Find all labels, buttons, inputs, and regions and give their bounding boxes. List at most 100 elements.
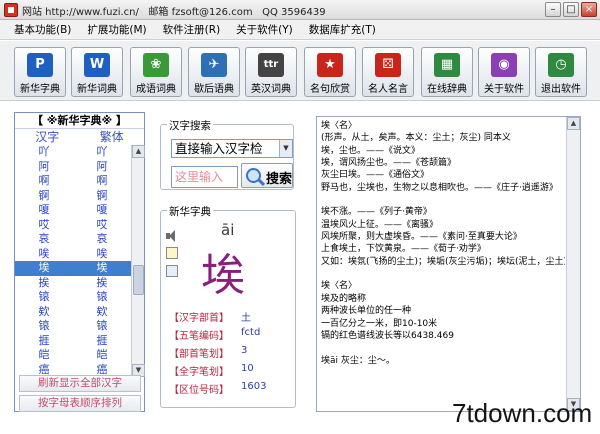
definition-panel[interactable]: 埃〈名〉 (形声。从土，矣声。本义：尘土；灰尘) 同本义 埃，尘也。——《说文》 埃，… (316, 116, 581, 412)
list-item[interactable]: 欸欸 (15, 305, 131, 320)
list-item[interactable]: 捱捱 (15, 334, 131, 349)
toolbar-label: 歇后语典 (194, 84, 234, 95)
list-item[interactable]: 挨挨 (15, 276, 131, 291)
selected-character: 埃 (201, 250, 245, 301)
xinhua-cidian-button[interactable]: W 新华词典 (71, 47, 123, 97)
copy-icon[interactable] (166, 247, 178, 259)
dictionary-group-label: 新华字典 (167, 204, 213, 219)
column-traditional[interactable]: 繁体 (80, 129, 145, 145)
list-scrollbar[interactable]: ▲ ▼ (131, 145, 145, 377)
info-radical: 【汉字部首】 土 (169, 309, 289, 324)
traditional-char: 哎 (96, 217, 108, 231)
traditional-char: 皑 (96, 348, 108, 361)
scroll-up-arrow[interactable]: ▲ (132, 145, 145, 158)
list-item[interactable]: 啊啊 (15, 174, 131, 189)
panel-title: 【 ※新华字典※ 】 (15, 113, 144, 129)
menu-about[interactable]: 关于软件(Y) (236, 22, 293, 37)
search-group: 汉字搜索 直接输入汉字检 ▼ 这里输入 搜索 (160, 118, 294, 190)
toolbar-label: 新华字典 (20, 84, 60, 95)
flower-icon: ❀ (143, 53, 169, 77)
definition-scrollbar[interactable]: ▲ ▼ (566, 117, 580, 411)
list-item[interactable]: 唉唉 (15, 247, 131, 262)
definition-line: 野马也，尘埃也，生物之以息相吹也。——《庄子·逍遥游》 (321, 182, 558, 193)
sort-alphabetical-button[interactable]: 按字母表顺序排列 (19, 395, 141, 412)
yinghan-button[interactable]: ttr 英汉词典 (245, 47, 297, 97)
toolbar-label: 英汉词典 (251, 84, 291, 95)
traditional-char: 阿 (96, 159, 108, 173)
definition-line (321, 342, 565, 354)
list-item[interactable]: 吖吖 (15, 145, 131, 160)
column-simplified[interactable]: 汉字 (15, 129, 80, 145)
chevron-down-icon[interactable]: ▼ (279, 140, 292, 157)
simplified-char: 捱 (38, 333, 50, 347)
list-item[interactable]: 埃埃 (15, 261, 131, 276)
menu-basic[interactable]: 基本功能(B) (14, 22, 71, 37)
star-icon: ★ (317, 53, 343, 77)
minimize-button[interactable]: – (545, 2, 561, 17)
definition-line: 上食埃土，下饮黄泉。——《荀子·劝学》 (321, 244, 486, 255)
definition-line: 镉的红色谱线波长等以6438.469 (321, 330, 454, 341)
toolbar-label: 退出软件 (541, 84, 581, 95)
field-key: 【部首笔划】 (169, 349, 229, 360)
clock-icon: ◷ (548, 53, 574, 77)
simplified-char: 嗄 (38, 203, 50, 216)
speaker-icon[interactable] (165, 229, 179, 243)
info-total-strokes: 【全字笔划】 10 (169, 363, 289, 378)
traditional-char: 啊 (96, 174, 108, 187)
definition-line: (形声。从土，矣声。本义：尘土；灰尘) 同本义 (321, 133, 511, 144)
search-mode-select[interactable]: 直接输入汉字检 ▼ (171, 139, 293, 158)
list-item[interactable]: 皑皑 (15, 348, 131, 363)
xinhua-zidian-button[interactable]: P 新华字典 (14, 47, 66, 97)
simplified-char: 锕 (38, 188, 50, 202)
mingju-button[interactable]: ★ 名句欣赏 (304, 47, 356, 97)
toolbar-label: 名人名言 (368, 84, 408, 95)
field-value: 1603 (241, 381, 267, 392)
list-item[interactable]: 阿阿 (15, 160, 131, 175)
info-wubi: 【五笔编码】 fctd (169, 327, 289, 342)
menu-extended[interactable]: 扩展功能(M) (87, 22, 146, 37)
maximize-button[interactable]: □ (563, 2, 579, 17)
definition-line: 又如：埃氛(飞扬的尘土)；埃垢(灰尘污垢)；埃坛(泥土，尘土) (321, 256, 565, 267)
toolbar-label: 名句欣赏 (310, 84, 350, 95)
mingyan-button[interactable]: ⚄ 名人名言 (362, 47, 414, 97)
toolbar-label: 关于软件 (484, 84, 524, 95)
scroll-thumb[interactable] (133, 265, 144, 295)
menu-register[interactable]: 软件注册(R) (163, 22, 221, 37)
xiehouyu-button[interactable]: ✈ 歇后语典 (188, 47, 240, 97)
exit-button[interactable]: ◷ 退出软件 (535, 47, 587, 97)
traditional-char: 锿 (96, 290, 108, 303)
definition-line: 埃，尘也。——《说文》 (321, 145, 421, 156)
chengyu-button[interactable]: ❀ 成语词典 (130, 47, 182, 97)
about-button[interactable]: ◉ 关于软件 (478, 47, 530, 97)
list-item[interactable]: 锕锕 (15, 189, 131, 204)
definition-line (321, 194, 565, 206)
list-item[interactable]: 哀哀 (15, 232, 131, 247)
window-controls: – □ × (545, 2, 597, 17)
refresh-all-button[interactable]: 刷新显示全部汉字 (19, 375, 141, 392)
field-value: 10 (241, 363, 254, 374)
search-button[interactable]: 搜索 (241, 163, 293, 188)
definition-line: 埃〈名〉 (321, 281, 358, 292)
simplified-char: 吖 (38, 145, 50, 158)
print-icon[interactable] (166, 265, 178, 277)
list-item[interactable]: 嗄嗄 (15, 203, 131, 218)
simplified-char: 皑 (38, 348, 50, 361)
list-item[interactable]: 哎哎 (15, 218, 131, 233)
definition-line (321, 268, 565, 280)
close-button[interactable]: × (581, 2, 597, 17)
field-value: 土 (241, 313, 251, 324)
simplified-char: 哀 (38, 232, 50, 245)
scroll-up-arrow[interactable]: ▲ (567, 117, 580, 130)
dictionary-group: 新华字典 āi 埃 【汉字部首】 土 【五笔编码】 fctd 【部首笔划】 3 … (160, 204, 296, 408)
list-item[interactable]: 锿锿 (15, 290, 131, 305)
menu-database[interactable]: 数据库扩充(T) (309, 22, 376, 37)
list-item[interactable]: 锿锿 (15, 319, 131, 334)
simplified-char: 挨 (38, 275, 50, 289)
search-button-label: 搜索 (266, 172, 293, 187)
traditional-char: 捱 (96, 333, 108, 347)
definition-line: 埃及的略称 (321, 293, 367, 304)
search-input[interactable]: 这里输入 (171, 166, 238, 188)
definition-line: 温埃风火上征。——《离骚》 (321, 219, 439, 230)
simplified-char: 埃 (38, 261, 50, 274)
online-dict-button[interactable]: ▦ 在线辞典 (421, 47, 473, 97)
